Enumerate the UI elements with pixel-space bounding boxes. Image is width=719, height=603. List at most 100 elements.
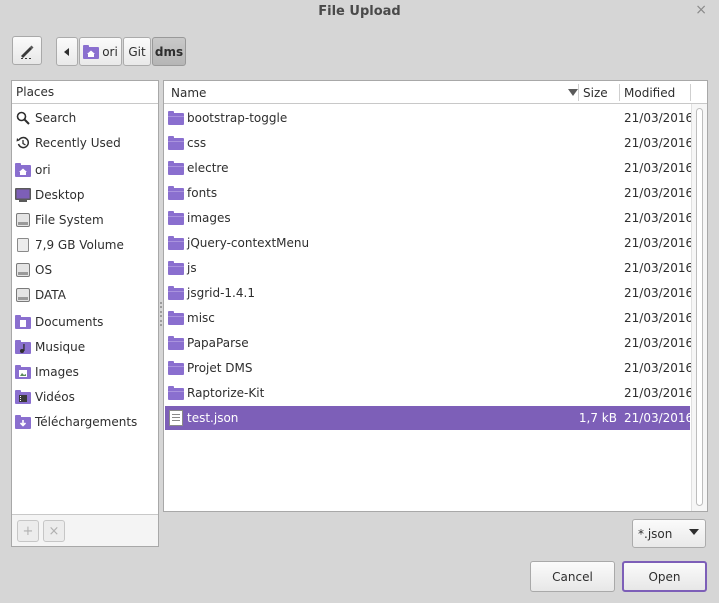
- pane-resize-handle[interactable]: [159, 302, 162, 326]
- folder-icon: [168, 261, 184, 275]
- file-name: jQuery-contextMenu: [187, 236, 310, 250]
- breadcrumb-item-label: Git: [128, 44, 146, 59]
- open-button-label: Open: [648, 569, 681, 584]
- folder-icon: [168, 211, 184, 225]
- breadcrumb-item-dms[interactable]: dms: [152, 37, 186, 66]
- window-titlebar: File Upload ×: [0, 0, 719, 22]
- file-row[interactable]: css 21/03/2016: [165, 131, 694, 155]
- file-name: js: [187, 261, 197, 275]
- place-item-desktop[interactable]: Desktop: [12, 183, 158, 207]
- file-row[interactable]: jsgrid-1.4.1 21/03/2016: [165, 281, 693, 305]
- pencil-icon: [21, 45, 34, 59]
- place-item-label: Documents: [35, 315, 104, 329]
- file-type-filter[interactable]: *.json: [632, 519, 706, 548]
- file-size: [565, 356, 617, 380]
- breadcrumb-home[interactable]: ori: [79, 37, 122, 66]
- file-row[interactable]: images 21/03/2016: [165, 206, 694, 230]
- search-icon: [15, 110, 31, 126]
- recent-icon: [15, 135, 31, 151]
- file-name: css: [187, 136, 207, 150]
- place-item-label: OS: [35, 263, 53, 277]
- file-size: [565, 156, 617, 180]
- file-list: Name Size Modified bootstrap-toggle 21/03…: [163, 80, 708, 512]
- file-row[interactable]: fonts 21/03/2016: [165, 181, 693, 205]
- column-header-modified[interactable]: Modified: [624, 81, 694, 104]
- place-item-label: Vidéos: [35, 390, 75, 404]
- place-item-volume[interactable]: 7,9 GB Volume: [12, 233, 158, 257]
- file-row[interactable]: Raptorize-Kit 21/03/2016: [165, 381, 693, 405]
- file-size: [565, 281, 617, 305]
- place-item-search[interactable]: Search: [12, 106, 158, 130]
- file-size: [565, 131, 617, 155]
- file-name: test.json: [187, 411, 239, 425]
- file-modified: 21/03/2016: [624, 261, 694, 275]
- file-name: electre: [187, 161, 229, 175]
- folder-icon: [168, 311, 184, 325]
- file-row[interactable]: jQuery-contextMenu 21/03/2016: [165, 231, 694, 255]
- place-item-musique[interactable]: Musique: [12, 335, 158, 359]
- pictures-folder-icon: [15, 364, 31, 380]
- place-item-data[interactable]: DATA: [12, 283, 158, 307]
- places-sidebar: Places Search Recently Used ori Desktop …: [11, 80, 159, 547]
- scrollbar-thumb[interactable]: [696, 108, 703, 506]
- file-row[interactable]: Projet DMS 21/03/2016: [165, 356, 693, 380]
- file-type-filter-value: *.json: [638, 526, 673, 541]
- file-modified: 21/03/2016: [624, 236, 694, 250]
- file-size: [565, 331, 617, 355]
- file-row[interactable]: js 21/03/2016: [165, 256, 694, 280]
- place-item-label: Search: [35, 111, 77, 125]
- close-icon[interactable]: ×: [695, 2, 707, 18]
- type-location-button[interactable]: [12, 36, 42, 65]
- file-size: [565, 381, 617, 405]
- file-name: Projet DMS: [187, 361, 253, 375]
- file-modified: 21/03/2016: [624, 411, 694, 425]
- column-header-label: Name: [171, 85, 207, 100]
- place-item-images[interactable]: Images: [12, 360, 158, 384]
- drive-icon: [15, 287, 31, 303]
- file-size: [565, 231, 617, 255]
- places-header-label: Places: [16, 85, 55, 99]
- file-row[interactable]: misc 21/03/2016: [165, 306, 694, 330]
- column-header-name[interactable]: Name: [171, 81, 578, 104]
- place-item-recently-used[interactable]: Recently Used: [12, 131, 158, 155]
- column-header-label: Size: [583, 85, 608, 100]
- volume-icon: [15, 237, 31, 253]
- breadcrumb-item-git[interactable]: Git: [123, 37, 151, 66]
- place-item-label: ori: [35, 163, 51, 177]
- sort-descending-icon: [568, 89, 578, 96]
- open-button[interactable]: Open: [622, 561, 707, 592]
- folder-icon: [168, 136, 184, 150]
- place-item-documents[interactable]: Documents: [12, 310, 158, 334]
- place-item-label: 7,9 GB Volume: [35, 238, 124, 252]
- file-size: 1,7 kB: [578, 411, 617, 425]
- file-size: [565, 106, 617, 130]
- window-title: File Upload: [318, 3, 401, 19]
- home-folder-icon: [83, 44, 100, 59]
- vertical-scrollbar[interactable]: [691, 104, 707, 511]
- file-modified: 21/03/2016: [624, 111, 694, 125]
- file-row[interactable]: bootstrap-toggle 21/03/2016: [165, 106, 694, 130]
- place-item-os[interactable]: OS: [12, 258, 158, 282]
- place-item-ori[interactable]: ori: [12, 158, 158, 182]
- file-row[interactable]: electre 21/03/2016: [165, 156, 693, 180]
- file-row[interactable]: PapaParse 21/03/2016: [165, 331, 693, 355]
- file-modified: 21/03/2016: [624, 211, 694, 225]
- file-modified: 21/03/2016: [624, 311, 694, 325]
- place-item-videos[interactable]: Vidéos: [12, 385, 158, 409]
- file-modified: 21/03/2016: [624, 136, 694, 150]
- file-list-header: Name Size Modified: [164, 81, 707, 104]
- folder-icon: [168, 386, 184, 400]
- file-row[interactable]: test.json 1,7 kB 21/03/2016: [165, 406, 694, 430]
- folder-icon: [168, 236, 184, 250]
- remove-bookmark-button[interactable]: ×: [43, 520, 65, 542]
- place-item-label: Recently Used: [35, 136, 121, 150]
- place-item-file-system[interactable]: File System: [12, 208, 158, 232]
- cancel-button[interactable]: Cancel: [530, 561, 615, 592]
- column-header-size[interactable]: Size: [583, 81, 619, 104]
- folder-icon: [168, 161, 184, 175]
- add-bookmark-button[interactable]: +: [17, 520, 39, 542]
- breadcrumb-back-button[interactable]: [56, 37, 78, 66]
- place-item-telechargements[interactable]: Téléchargements: [12, 410, 158, 434]
- place-item-label: Téléchargements: [35, 415, 138, 429]
- file-size: [565, 256, 617, 280]
